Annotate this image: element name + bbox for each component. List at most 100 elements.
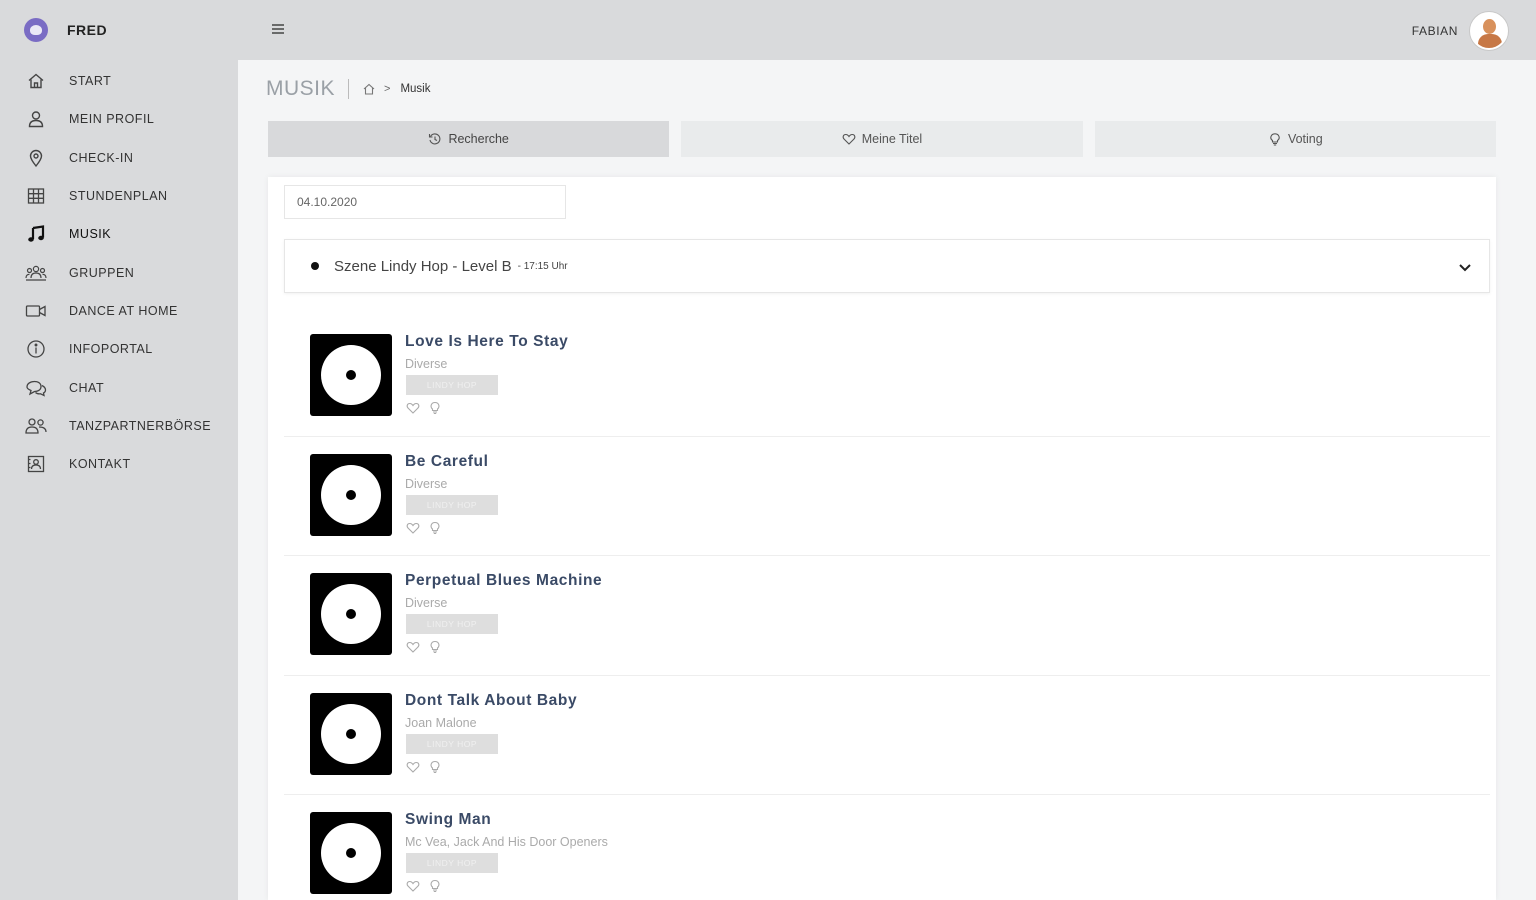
- sidebar-item-tanzpartnerboerse[interactable]: TANZPARTNERBÖRSE: [0, 407, 238, 445]
- sidebar-item-label: KONTAKT: [69, 457, 131, 472]
- info-icon: [25, 338, 47, 360]
- sidebar-item-label: MUSIK: [69, 227, 112, 242]
- sidebar-item-kontakt[interactable]: KONTAKT: [0, 445, 238, 483]
- genre-tag: LINDY HOP: [406, 375, 498, 395]
- video-camera-icon: [25, 300, 47, 322]
- main-content: MUSIK > Musik Recherche Meine Titel Voti…: [238, 60, 1536, 900]
- list-item[interactable]: Love Is Here To Stay Diverse LINDY HOP: [284, 317, 1490, 437]
- title-divider: [348, 79, 350, 99]
- chat-icon: [25, 377, 47, 399]
- brand-name: FRED: [67, 22, 108, 38]
- page-title: MUSIK: [266, 77, 336, 100]
- song-artist: Diverse: [405, 476, 448, 491]
- tab-meine-titel[interactable]: Meine Titel: [681, 121, 1083, 157]
- song-artist: Diverse: [405, 357, 448, 371]
- sidebar-item-label: CHECK-IN: [69, 150, 134, 165]
- home-icon: [25, 70, 47, 92]
- song-list: Love Is Here To Stay Diverse LINDY HOP B…: [284, 317, 1490, 900]
- tab-voting[interactable]: Voting: [1094, 121, 1496, 157]
- heart-icon[interactable]: [406, 640, 420, 654]
- sidebar-item-start[interactable]: START: [0, 62, 238, 100]
- avatar[interactable]: [1470, 12, 1508, 50]
- page-header: MUSIK > Musik: [266, 76, 430, 102]
- heart-icon: [842, 132, 856, 146]
- brand-logo-icon: [24, 18, 48, 42]
- vinyl-record-icon: [310, 334, 392, 416]
- vinyl-record-icon: [310, 692, 392, 775]
- song-actions: [406, 760, 442, 774]
- partners-icon: [25, 415, 47, 437]
- avatar-head: [1483, 19, 1496, 34]
- genre-tag: LINDY HOP: [406, 494, 498, 515]
- course-time: - 17:15 Uhr: [517, 260, 568, 272]
- lightbulb-icon[interactable]: [428, 879, 442, 893]
- sidebar-item-stundenplan[interactable]: STUNDENPLAN: [0, 177, 238, 215]
- list-item[interactable]: Swing Man Mc Vea, Jack And His Door Open…: [284, 795, 1490, 900]
- sidebar-item-infoportal[interactable]: INFOPORTAL: [0, 330, 238, 368]
- top-bar: FABIAN: [238, 0, 1536, 60]
- song-title[interactable]: Be Careful: [405, 453, 489, 471]
- sidebar-item-label: INFOPORTAL: [69, 342, 153, 357]
- list-item[interactable]: Perpetual Blues Machine Diverse LINDY HO…: [284, 556, 1490, 676]
- sidebar-item-check-in[interactable]: CHECK-IN: [0, 139, 238, 177]
- sidebar-item-label: TANZPARTNERBÖRSE: [69, 418, 212, 433]
- tab-label: Recherche: [448, 132, 509, 146]
- sidebar-item-mein-profil[interactable]: MEIN PROFIL: [0, 100, 238, 138]
- heart-icon[interactable]: [406, 521, 420, 535]
- song-title[interactable]: Swing Man: [405, 811, 491, 829]
- genre-tag: LINDY HOP: [406, 614, 498, 634]
- brand[interactable]: FRED: [24, 18, 107, 42]
- sidebar-item-chat[interactable]: CHAT: [0, 368, 238, 406]
- song-artist: Joan Malone: [405, 715, 477, 730]
- breadcrumb-current: Musik: [400, 83, 431, 95]
- course-select[interactable]: Szene Lindy Hop - Level B - 17:15 Uhr: [284, 239, 1490, 293]
- group-icon: [25, 262, 47, 284]
- breadcrumb-chevron-icon: >: [384, 83, 391, 95]
- chevron-down-icon: [1457, 259, 1473, 275]
- map-pin-icon: [25, 147, 47, 169]
- heart-icon[interactable]: [406, 760, 420, 774]
- sidebar-item-label: STUNDENPLAN: [69, 189, 168, 204]
- heart-icon[interactable]: [406, 401, 420, 415]
- sidebar-item-gruppen[interactable]: GRUPPEN: [0, 253, 238, 291]
- list-item[interactable]: Be Careful Diverse LINDY HOP: [284, 437, 1490, 556]
- tab-recherche[interactable]: Recherche: [268, 121, 670, 157]
- song-actions: [406, 640, 442, 654]
- course-name: Szene Lindy Hop - Level B: [334, 257, 512, 275]
- lightbulb-icon[interactable]: [428, 521, 442, 535]
- sidebar: FRED START MEIN PROFIL CHECK-IN STUNDENP…: [0, 0, 238, 900]
- lightbulb-icon[interactable]: [428, 640, 442, 654]
- avatar-torso: [1478, 34, 1502, 48]
- user-name: FABIAN: [1411, 24, 1458, 38]
- lightbulb-icon[interactable]: [428, 760, 442, 774]
- list-item[interactable]: Dont Talk About Baby Joan Malone LINDY H…: [284, 676, 1490, 795]
- song-artist: Diverse: [405, 596, 448, 610]
- sidebar-item-dance-at-home[interactable]: DANCE AT HOME: [0, 292, 238, 330]
- lightbulb-icon: [1268, 132, 1282, 146]
- sidebar-item-label: MEIN PROFIL: [69, 112, 155, 127]
- heart-icon[interactable]: [406, 879, 420, 893]
- vinyl-record-icon: [310, 812, 392, 894]
- user-menu[interactable]: FABIAN: [1412, 12, 1508, 50]
- song-actions: [406, 401, 442, 415]
- sidebar-item-label: GRUPPEN: [69, 265, 135, 280]
- genre-tag: LINDY HOP: [406, 733, 498, 754]
- grid-icon: [25, 185, 47, 207]
- song-title[interactable]: Love Is Here To Stay: [405, 333, 568, 351]
- song-title[interactable]: Perpetual Blues Machine: [405, 572, 602, 590]
- breadcrumb-home-icon[interactable]: [362, 82, 376, 96]
- user-icon: [25, 108, 47, 130]
- song-artist: Mc Vea, Jack And His Door Openers: [405, 835, 608, 849]
- sidebar-item-label: DANCE AT HOME: [69, 303, 178, 318]
- song-actions: [406, 521, 442, 535]
- sidebar-nav: START MEIN PROFIL CHECK-IN STUNDENPLAN M…: [0, 62, 238, 483]
- music-note-icon: [25, 223, 47, 245]
- lightbulb-icon[interactable]: [428, 401, 442, 415]
- date-input[interactable]: [284, 185, 566, 219]
- course-bullet: [311, 262, 319, 270]
- vinyl-record-icon: [310, 573, 392, 655]
- sidebar-item-musik[interactable]: MUSIK: [0, 215, 238, 253]
- genre-tag: LINDY HOP: [406, 853, 498, 873]
- hamburger-menu-icon[interactable]: [270, 21, 286, 37]
- song-title[interactable]: Dont Talk About Baby: [405, 692, 577, 710]
